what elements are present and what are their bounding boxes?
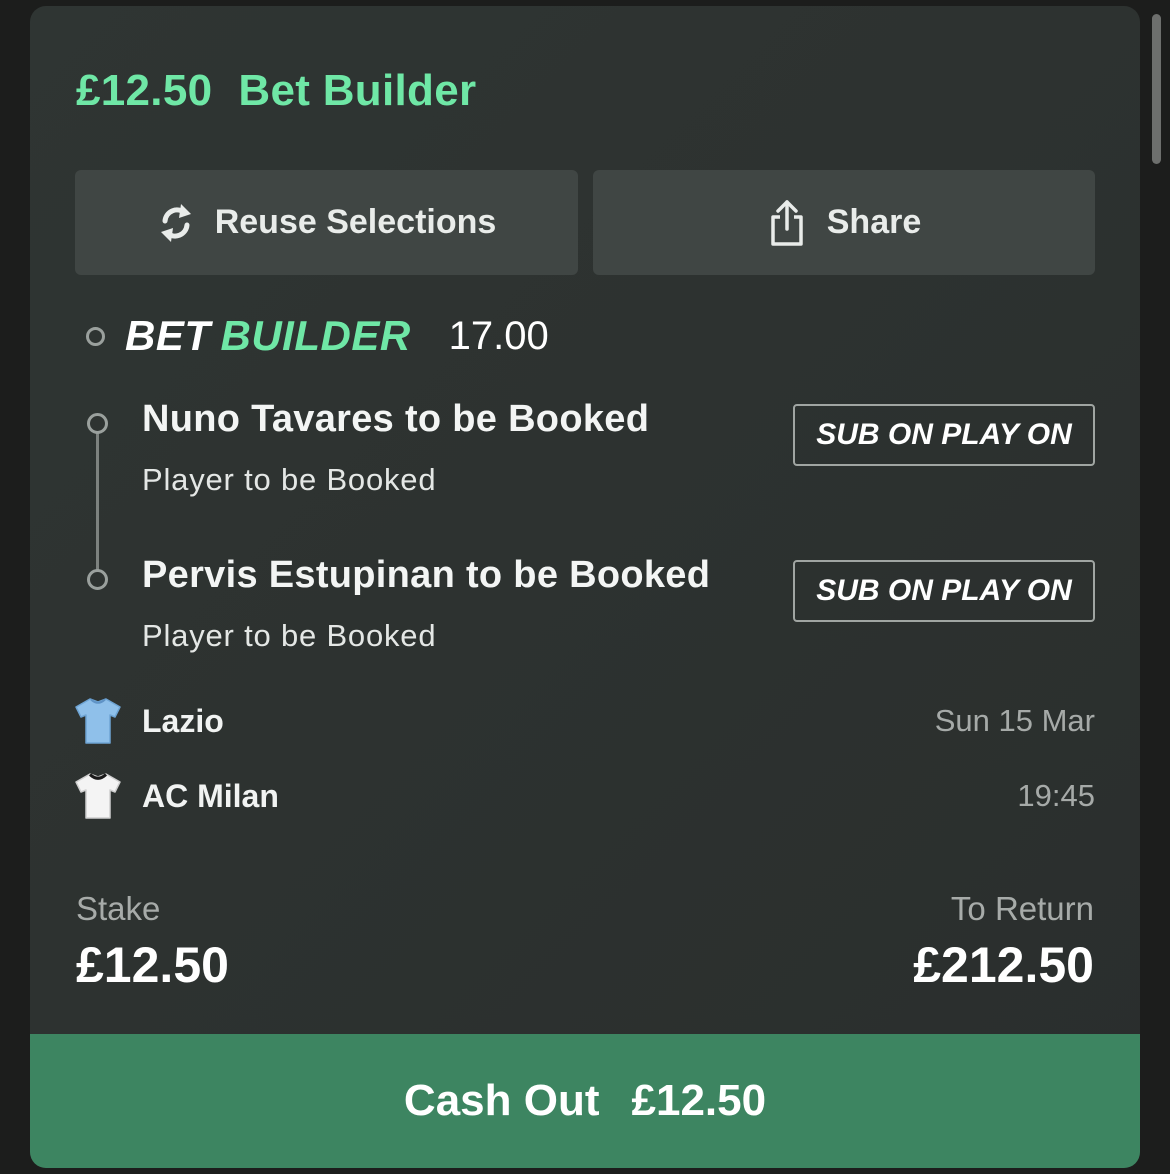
bet-builder-logo: BET BUILDER	[125, 312, 411, 360]
selection-market: Player to be Booked	[142, 462, 437, 497]
stake-label: Stake	[76, 890, 161, 927]
bet-builder-ring-icon	[86, 326, 105, 346]
to-return-label: To Return	[950, 890, 1094, 927]
bet-builder-logo-word1: BET	[125, 312, 211, 359]
away-team-row: AC Milan 19:45	[74, 771, 1095, 821]
home-team-row: Lazio Sun 15 Mar	[74, 696, 1095, 746]
to-return-value: £212.50	[913, 937, 1094, 993]
selection-ring-icon	[87, 569, 108, 590]
sub-on-play-on-badge: SUB ON PLAY ON	[793, 560, 1095, 622]
match-date: Sun 15 Mar	[934, 703, 1095, 738]
bet-header: £12.50 Bet Builder	[76, 66, 476, 116]
stake-value: £12.50	[76, 937, 229, 993]
bet-builder-row: BET BUILDER 17.00	[86, 311, 549, 361]
selection-connector-line	[96, 432, 99, 580]
share-button[interactable]: Share	[593, 170, 1095, 275]
refresh-icon	[160, 203, 191, 242]
share-icon	[771, 199, 803, 246]
selection-title: Nuno Tavares to be Booked	[142, 398, 650, 440]
reuse-selections-label: Reuse Selections	[214, 203, 497, 241]
home-team-name: Lazio	[142, 702, 224, 739]
sky-blue-shirt-icon	[75, 698, 121, 744]
header-bet-type: Bet Builder	[238, 66, 477, 115]
sub-on-play-on-badge: SUB ON PLAY ON	[793, 404, 1095, 466]
scrollbar[interactable]	[1152, 14, 1161, 164]
bet-card: £12.50 Bet Builder Reuse Selections Share…	[30, 6, 1140, 1168]
selection-ring-icon	[87, 413, 108, 434]
cash-out-label: Cash Out	[403, 1076, 600, 1125]
reuse-selections-button[interactable]: Reuse Selections	[75, 170, 578, 275]
bet-builder-logo-word2: BUILDER	[220, 312, 411, 359]
cash-out-button[interactable]: Cash Out £12.50	[30, 1034, 1140, 1168]
white-shirt-icon	[75, 773, 121, 819]
bet-builder-odds: 17.00	[448, 313, 549, 358]
away-team-name: AC Milan	[142, 777, 279, 814]
match-time: 19:45	[1017, 778, 1095, 813]
selection-market: Player to be Booked	[142, 618, 437, 653]
header-stake: £12.50	[76, 66, 213, 115]
cash-out-amount: £12.50	[631, 1076, 767, 1125]
share-label: Share	[826, 203, 922, 241]
selection-title: Pervis Estupinan to be Booked	[142, 554, 711, 596]
